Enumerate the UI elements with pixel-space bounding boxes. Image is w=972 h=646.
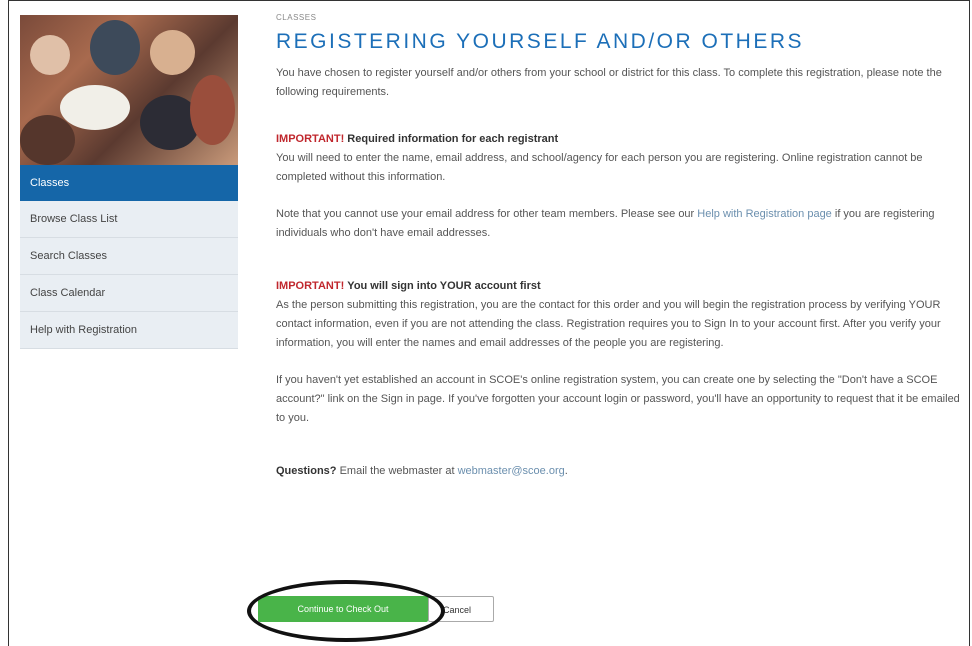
sidebar-item-classes[interactable]: Classes: [20, 165, 238, 201]
section1-note: Note that you cannot use your email addr…: [276, 208, 935, 239]
sidebar-item-help-with-registration[interactable]: Help with Registration: [20, 312, 238, 349]
breadcrumb: CLASSES: [276, 13, 317, 22]
intro-text: You have chosen to register yourself and…: [276, 67, 942, 98]
section1-heading: IMPORTANT! Required information for each…: [276, 130, 966, 149]
main-content: CLASSES REGISTERING YOURSELF AND/OR OTHE…: [276, 13, 966, 481]
sidebar-nav: Classes Browse Class List Search Classes…: [20, 165, 238, 349]
section2-body: As the person submitting this registrati…: [276, 299, 941, 349]
webmaster-email-link[interactable]: webmaster@scoe.org: [458, 465, 565, 477]
sidebar-item-browse-class-list[interactable]: Browse Class List: [20, 201, 238, 238]
cancel-button[interactable]: Cancel: [428, 596, 494, 622]
hero-photo: [20, 15, 238, 165]
section1-body: You will need to enter the name, email a…: [276, 152, 923, 183]
page-title: REGISTERING YOURSELF AND/OR OTHERS: [276, 30, 805, 53]
section2-heading: IMPORTANT! You will sign into YOUR accou…: [276, 277, 966, 296]
section2-title: You will sign into YOUR account first: [347, 280, 541, 292]
continue-to-checkout-button[interactable]: Continue to Check Out: [258, 596, 428, 622]
important-flag: IMPORTANT!: [276, 133, 345, 145]
sidebar-item-class-calendar[interactable]: Class Calendar: [20, 275, 238, 312]
questions-line: Questions? Email the webmaster at webmas…: [276, 465, 568, 477]
sidebar-item-search-classes[interactable]: Search Classes: [20, 238, 238, 275]
help-registration-link[interactable]: Help with Registration page: [697, 208, 832, 220]
section1-title: Required information for each registrant: [347, 133, 559, 145]
important-flag: IMPORTANT!: [276, 280, 345, 292]
section2-body2: If you haven't yet established an accoun…: [276, 374, 960, 424]
sidebar: Classes Browse Class List Search Classes…: [20, 15, 238, 349]
